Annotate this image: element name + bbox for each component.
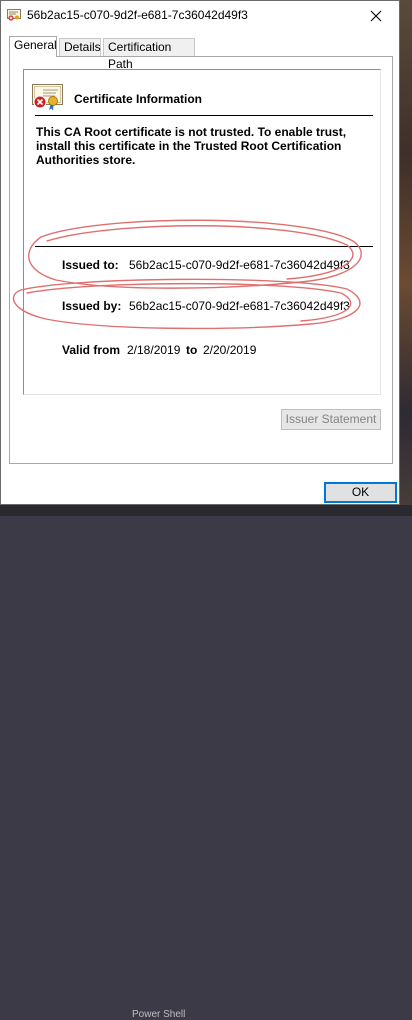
annotation-circle-issued-to	[28, 219, 362, 289]
background-text: Power Shell	[132, 1009, 186, 1020]
annotation-overlay	[12, 219, 362, 330]
annotation-circle-issued-by	[12, 278, 361, 330]
annotation-circle-issued-to	[46, 225, 354, 280]
ok-button[interactable]: OK	[324, 482, 397, 503]
certificate-dialog: 56b2ac15-c070-9d2f-e681-7c36042d49f3 Gen…	[0, 0, 400, 505]
issuer-statement-button[interactable]: Issuer Statement	[281, 409, 381, 430]
background-desktop	[400, 0, 412, 516]
tab-general[interactable]: General	[9, 36, 57, 57]
annotation-circle-issued-by	[26, 282, 352, 322]
background-taskbar: Power Shell	[0, 505, 412, 1020]
